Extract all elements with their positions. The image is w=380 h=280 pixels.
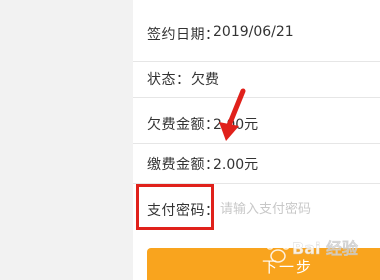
payment-password-input[interactable]	[220, 198, 370, 220]
baidu-watermark: Bai 经验	[258, 232, 378, 272]
status-value: 欠费	[191, 72, 219, 88]
status-row: 状态： 欠费	[133, 62, 380, 98]
pay-amount-label: 缴费金额：	[147, 157, 220, 173]
pay-amount-row: 缴费金额： 2.00元	[133, 144, 380, 184]
owed-amount-row: 欠费金额： 2.00元	[133, 98, 380, 144]
left-background-strip	[0, 0, 133, 280]
sign-date-label: 签约日期：	[147, 27, 220, 43]
status-label: 状态：	[147, 72, 191, 88]
baidu-paw-logo-icon: Bai 经验	[266, 237, 359, 263]
sign-date-value: 2019/06/21	[213, 24, 294, 40]
red-arrow-annotation-icon	[219, 88, 246, 141]
watermark-text: Bai 经验	[292, 239, 359, 258]
pay-amount-value: 2.00元	[213, 157, 259, 173]
highlight-box-annotation	[136, 184, 214, 230]
payment-screen: 签约日期： 2019/06/21 状态： 欠费 欠费金额： 2.00元 缴费金额…	[0, 0, 380, 280]
owed-amount-label: 欠费金额：	[147, 117, 220, 133]
sign-date-row: 签约日期： 2019/06/21	[133, 0, 380, 62]
